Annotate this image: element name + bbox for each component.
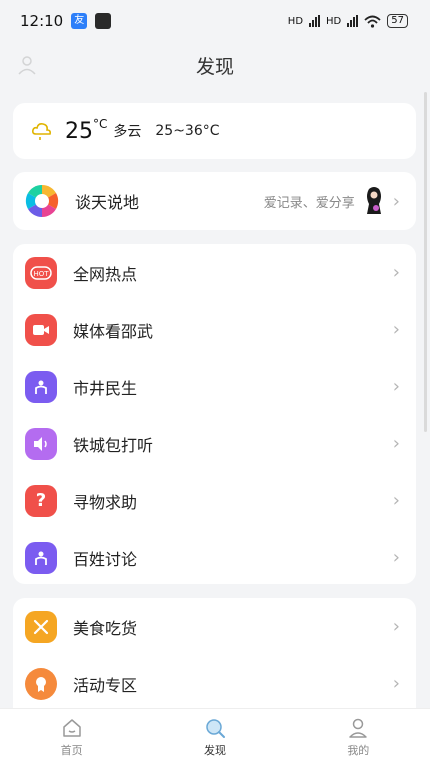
network-label-2: HD: [326, 15, 342, 27]
temperature-value: 25°C: [65, 116, 108, 144]
page-title: 发现: [195, 55, 234, 78]
list-item-label: 美食吃货: [73, 618, 138, 638]
badge-icon: [25, 667, 57, 700]
page-header: 发现: [0, 42, 430, 88]
chevron-right-icon: ›: [392, 433, 400, 454]
talk-row[interactable]: 谈天说地 爱记录、爱分享 ›: [13, 172, 416, 230]
speaker-icon: [25, 427, 57, 460]
app-notification-icon: 友: [71, 13, 88, 29]
aperture-icon: [25, 184, 59, 218]
list-item-inquiry[interactable]: 铁城包打听 ›: [13, 415, 416, 472]
tab-home-label: 首页: [60, 744, 83, 757]
signal-icon: [309, 15, 321, 27]
list-item-label: 媒体看邵武: [73, 321, 154, 341]
list-item-label: 全网热点: [73, 264, 138, 284]
utensils-icon: [25, 610, 57, 643]
tab-discover-label: 发现: [203, 744, 226, 757]
list-item-label: 百姓讨论: [73, 549, 138, 569]
list-item-lost-found[interactable]: ? 寻物求助 ›: [13, 472, 416, 529]
cloudy-icon: [32, 123, 51, 140]
network-label-1: HD: [287, 15, 304, 27]
tab-mine-label: 我的: [347, 744, 370, 757]
tab-discover[interactable]: 发现: [175, 717, 255, 758]
weather-condition: 多云: [113, 124, 142, 140]
list-item-label: 活动专区: [73, 675, 138, 695]
temperature-range: 25~36°C: [155, 123, 220, 139]
ghost-user-icon: [18, 56, 36, 75]
list-item-label: 铁城包打听: [73, 435, 154, 455]
temperature-unit: °C: [93, 116, 108, 131]
svg-text:HOT: HOT: [33, 270, 49, 278]
app-notification-icon-2: [95, 13, 112, 29]
status-time: 12:10: [20, 12, 64, 30]
chevron-right-icon: ›: [392, 490, 400, 511]
list-item-livelihood[interactable]: 市井民生 ›: [13, 358, 416, 415]
list-item-discussion[interactable]: 百姓讨论 ›: [13, 529, 416, 586]
chevron-right-icon: ›: [392, 673, 400, 694]
scrollbar[interactable]: [424, 92, 427, 432]
status-bar: 12:10 友 HD HD 57: [0, 0, 430, 42]
chevron-right-icon: ›: [392, 376, 400, 397]
discover-list-2: 美食吃货 › 活动专区 ›: [13, 598, 416, 718]
weather-card[interactable]: 25°C 多云 25~36°C: [13, 103, 416, 159]
user-icon: [349, 718, 368, 738]
question-icon: ?: [25, 484, 57, 517]
chevron-right-icon: ›: [392, 319, 400, 340]
signal-icon-2: [347, 15, 359, 27]
talk-card[interactable]: 谈天说地 爱记录、爱分享 ›: [13, 172, 416, 230]
talk-label: 谈天说地: [75, 193, 140, 212]
list-item-food[interactable]: 美食吃货 ›: [13, 598, 416, 655]
bottom-tab-bar: 首页 发现 我的: [0, 708, 430, 766]
tab-home[interactable]: 首页: [32, 717, 112, 758]
discover-list: HOT 全网热点 › 媒体看邵武 › 市井民生 › 铁城包打听 › ? 寻物求助…: [13, 244, 416, 584]
character-avatar-icon: [366, 187, 381, 214]
list-item-events[interactable]: 活动专区 ›: [13, 655, 416, 712]
list-item-media[interactable]: 媒体看邵武 ›: [13, 301, 416, 358]
video-icon: [25, 313, 57, 346]
people-icon: [25, 541, 57, 574]
list-item-label: 市井民生: [73, 378, 138, 398]
chevron-right-icon: ›: [392, 616, 400, 637]
talk-subtitle: 爱记录、爱分享: [263, 195, 355, 211]
hot-icon: HOT: [25, 256, 57, 289]
people-icon: [25, 370, 57, 403]
wifi-icon: [364, 15, 381, 28]
tab-mine[interactable]: 我的: [318, 717, 398, 758]
list-item-label: 寻物求助: [73, 492, 138, 512]
search-icon: [206, 719, 225, 738]
battery-indicator: 57: [387, 14, 408, 28]
chevron-right-icon: ›: [392, 547, 400, 568]
list-item-hot[interactable]: HOT 全网热点 ›: [13, 244, 416, 301]
home-icon: [62, 719, 81, 737]
chevron-right-icon: ›: [392, 262, 400, 283]
chevron-right-icon: ›: [392, 190, 400, 212]
